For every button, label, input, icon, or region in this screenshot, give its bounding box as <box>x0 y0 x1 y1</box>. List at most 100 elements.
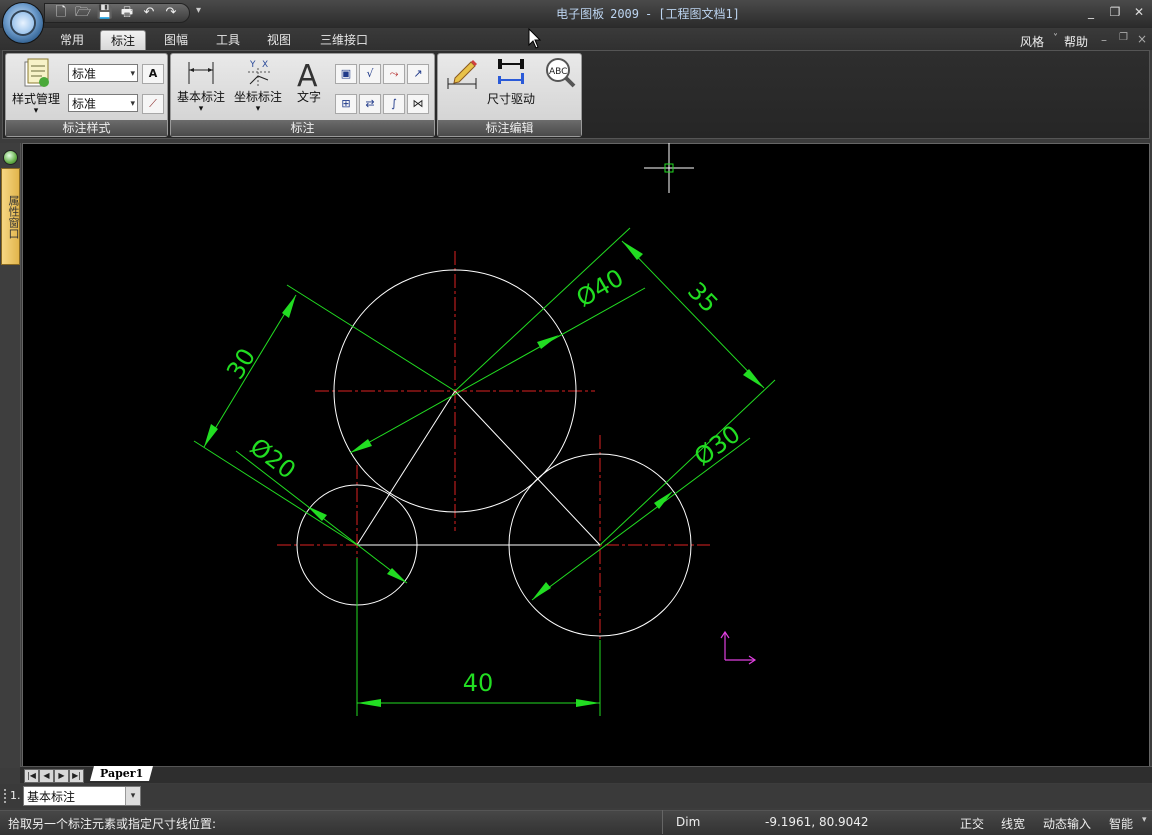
group-dimension: 基本标注 ▾ Y X 坐标标注 ▾ A 文字 ▣ √ ⤳ ↗ ⊞ ⇄ ∫ ⋈ 标… <box>170 53 435 137</box>
group-dim-style-label: 标注样式 <box>6 120 167 136</box>
next-tab-icon[interactable]: ▶ <box>54 769 69 783</box>
layout-tab-strip: |◀ ◀ ▶ ▶| <box>20 766 1152 783</box>
text-style-combo[interactable]: 标准 ▾ <box>68 64 138 82</box>
dim-style-combo[interactable]: 标准 ▾ <box>68 94 138 112</box>
style-manager-label: 样式管理 <box>11 92 60 106</box>
app-name: 电子图板 <box>556 7 605 21</box>
layout-tab-paper1[interactable]: Paper1 <box>89 766 154 781</box>
drawing-canvas[interactable]: 40 30 35 Ø40 Ø20 Ø30 <box>22 143 1150 767</box>
coordinate-dimension-label: 坐标标注 <box>233 90 282 104</box>
dim-style-value: 标准 <box>72 97 97 111</box>
chevron-down-icon: ▾ <box>125 787 140 805</box>
dim-text-d30: Ø30 <box>689 420 745 472</box>
arrow-d40-upper <box>537 335 559 349</box>
connector-line-2 <box>454 390 601 546</box>
style-manager-icon <box>24 58 49 87</box>
smart-snap-toggle[interactable]: 智能 <box>1109 815 1133 832</box>
cursor-coordinates: -9.1961, 80.9042 <box>765 815 869 829</box>
basic-dimension-icon <box>188 62 214 84</box>
drawing-svg: 40 30 35 Ø40 Ø20 Ø30 <box>193 143 776 716</box>
spell-check-icon: ABC <box>546 58 576 88</box>
svg-text:A: A <box>297 59 318 88</box>
tab-view[interactable]: 视图 <box>257 30 301 50</box>
status-divider <box>662 810 663 834</box>
dynamic-input-toggle[interactable]: 动态输入 <box>1043 815 1091 832</box>
arrow-d30-upper <box>654 491 673 509</box>
leader-text-icon[interactable]: ↗ <box>407 64 429 84</box>
command-index: 1. <box>10 789 21 802</box>
dimension-text-group: 40 30 35 Ø40 Ø20 Ø30 <box>221 264 745 697</box>
document-name: [工程图文档1] <box>658 7 740 21</box>
dimension-drive-icon <box>498 59 524 84</box>
ribbon-minimize-icon[interactable]: – <box>1101 33 1107 47</box>
first-tab-icon[interactable]: |◀ <box>24 769 39 783</box>
lineweight-toggle[interactable]: 线宽 <box>1001 815 1025 832</box>
last-tab-icon[interactable]: ▶| <box>69 769 84 783</box>
spell-check-button[interactable]: ABC <box>540 56 580 90</box>
weld-symbol-icon[interactable]: ⇄ <box>359 94 381 114</box>
dim-text-d20: Ø20 <box>245 433 301 485</box>
geometry <box>296 269 692 637</box>
text-style-value: 标准 <box>72 67 97 81</box>
datum-feature-icon[interactable]: ▣ <box>335 64 357 84</box>
dim-style-settings-icon[interactable]: ⟋ <box>142 94 164 114</box>
dim-line-d40 <box>349 287 646 454</box>
group-dim-style: 样式管理 ▾ 标准 ▾ 标准 ▾ A ⟋ 标注样式 <box>5 53 168 137</box>
dim-text-30: 30 <box>221 343 261 384</box>
dropdown-arrow-icon: ▾ <box>33 106 39 116</box>
title-separator: - <box>645 7 653 21</box>
roughness-icon[interactable]: √ <box>359 64 381 84</box>
panel-toggle-icon[interactable] <box>3 150 18 165</box>
help-menu[interactable]: 帮助 <box>1064 33 1088 50</box>
properties-window-tab[interactable]: 属性窗口 <box>1 168 20 265</box>
command-row <box>0 784 1152 808</box>
app-version: 2009 <box>610 7 639 21</box>
chevron-down-icon: ▾ <box>130 69 135 79</box>
restore-icon[interactable]: ❐ <box>1106 5 1124 19</box>
basic-dimension-label: 基本标注 <box>176 90 225 104</box>
arrow-d40-lower <box>350 439 372 453</box>
command-prompt: 拾取另一个标注元素或指定尺寸线位置: <box>8 817 217 831</box>
ribbon-restore-icon[interactable]: ❐ <box>1119 32 1128 43</box>
dim-text-35: 35 <box>682 277 723 318</box>
layout-tab-label: Paper1 <box>100 767 144 780</box>
basic-dimension-button[interactable]: 基本标注 ▾ <box>173 58 229 114</box>
dropdown-arrow-icon: ▾ <box>198 104 204 114</box>
tab-tools[interactable]: 工具 <box>206 30 250 50</box>
minimize-icon[interactable]: _ <box>1082 5 1100 19</box>
tolerance-frame-icon[interactable]: ⊞ <box>335 94 357 114</box>
text-button[interactable]: A 文字 <box>289 58 329 105</box>
crosshair-cursor <box>644 143 694 193</box>
dim-line-35 <box>621 240 765 389</box>
arrow-40-right <box>576 699 600 707</box>
tab-3d-interface[interactable]: 三维接口 <box>310 30 378 50</box>
style-manager-button[interactable]: 样式管理 ▾ <box>7 56 65 116</box>
mouse-pointer-icon <box>528 28 542 49</box>
ribbon-close-icon[interactable]: × <box>1137 32 1147 46</box>
dim-edit-button[interactable] <box>442 56 482 90</box>
style-menu[interactable]: 风格 <box>1020 33 1044 50</box>
style-menu-chevron-icon[interactable]: ˅ <box>1053 33 1058 44</box>
close-icon[interactable]: ✕ <box>1130 5 1148 19</box>
dimension-drive-button[interactable]: 尺寸驱动 <box>482 56 540 107</box>
ortho-toggle[interactable]: 正交 <box>960 815 984 832</box>
curve-annotation-icon[interactable]: ∫ <box>383 94 405 114</box>
ext-line-35-top <box>454 227 631 392</box>
group-dim-edit-label: 标注编辑 <box>438 120 581 136</box>
prev-tab-icon[interactable]: ◀ <box>39 769 54 783</box>
ext-line-30-top <box>286 284 456 392</box>
tab-common[interactable]: 常用 <box>50 30 94 50</box>
tab-dimension[interactable]: 标注 <box>100 30 147 51</box>
text-style-settings-icon[interactable]: A <box>142 64 164 84</box>
center-mark-icon[interactable]: ⋈ <box>407 94 429 114</box>
dim-edit-pencil-icon <box>447 60 477 89</box>
leader-icon[interactable]: ⤳ <box>383 64 405 84</box>
application-menu-button[interactable] <box>2 2 44 44</box>
command-value: 基本标注 <box>27 790 76 804</box>
dim-text-40: 40 <box>463 669 494 697</box>
command-combo[interactable]: 基本标注 ▾ <box>23 786 141 806</box>
snap-mode-chevron-icon[interactable]: ▾ <box>1142 815 1147 825</box>
coordinate-dimension-button[interactable]: Y X 坐标标注 ▾ <box>230 58 286 114</box>
connector-line-1 <box>356 390 456 546</box>
tab-frame[interactable]: 图幅 <box>154 30 198 50</box>
